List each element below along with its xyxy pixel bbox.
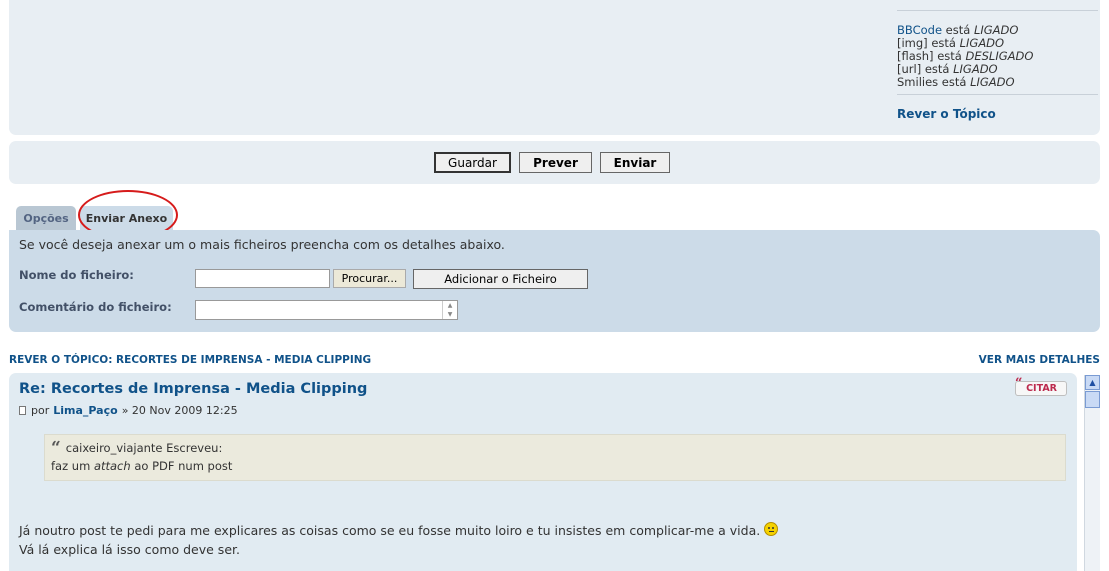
post-body-line: Já noutro post te pedi para me explicare… bbox=[19, 521, 779, 540]
bbcode-status-text: está bbox=[942, 23, 974, 37]
posting-options-panel: BBCode está LIGADO [img] está LIGADO [fl… bbox=[9, 0, 1100, 135]
review-topic-link[interactable]: Rever o Tópico bbox=[897, 107, 1098, 121]
url-state: LIGADO bbox=[953, 62, 998, 76]
post-icon[interactable] bbox=[19, 406, 26, 415]
submit-button[interactable]: Enviar bbox=[600, 152, 670, 173]
flash-state: DESLIGADO bbox=[965, 49, 1034, 63]
scroll-up-icon[interactable]: ▲ bbox=[1085, 375, 1100, 390]
attachment-intro: Se você deseja anexar um o mais ficheiro… bbox=[19, 237, 505, 252]
url-status-text: [url] está bbox=[897, 62, 954, 76]
smilies-state: LIGADO bbox=[970, 75, 1015, 89]
bbcode-state: LIGADO bbox=[973, 23, 1019, 37]
quote-block: “ caixeiro_viajante Escreveu: faz um att… bbox=[44, 434, 1066, 481]
post-title[interactable]: Re: Recortes de Imprensa - Media Clippin… bbox=[19, 381, 367, 397]
save-button[interactable]: Guardar bbox=[434, 152, 511, 173]
smilies-status: Smilies está LIGADO bbox=[897, 76, 1098, 89]
quote-mark-icon: “ bbox=[51, 438, 61, 458]
post-body-text: Já noutro post te pedi para me explicare… bbox=[19, 523, 761, 538]
scroll-thumb[interactable] bbox=[1085, 391, 1100, 408]
post-meta: por Lima_Paço » 20 Nov 2009 12:25 bbox=[19, 404, 238, 417]
post-date: » 20 Nov 2009 12:25 bbox=[121, 404, 238, 417]
preview-button[interactable]: Prever bbox=[519, 152, 592, 173]
attachment-panel: Se você deseja anexar um o mais ficheiro… bbox=[9, 230, 1100, 332]
topic-review-header: Rever o tópico: Recortes de Imprensa - M… bbox=[9, 354, 1100, 368]
post-by-label: por bbox=[31, 404, 50, 417]
tab-attachment[interactable]: Enviar Anexo bbox=[80, 206, 173, 231]
post-scrollbar[interactable]: ▲ bbox=[1084, 375, 1100, 571]
quote-body: faz um attach ao PDF num post bbox=[51, 459, 1059, 473]
post-author-link[interactable]: Lima_Paço bbox=[53, 404, 117, 417]
post-body: Já noutro post te pedi para me explicare… bbox=[19, 521, 779, 559]
divider bbox=[897, 94, 1098, 95]
filename-label: Nome do ficheiro: bbox=[19, 268, 134, 282]
add-file-button[interactable]: Adicionar o Ficheiro bbox=[413, 269, 588, 289]
bbcode-status-box: BBCode está LIGADO [img] está LIGADO [fl… bbox=[897, 10, 1098, 121]
filename-input[interactable] bbox=[195, 269, 330, 288]
smilies-status-text: Smilies está bbox=[897, 75, 971, 89]
quote-text-start: faz um bbox=[51, 459, 94, 473]
quote-text-end: ao PDF num post bbox=[130, 459, 233, 473]
smiley-icon bbox=[764, 522, 779, 536]
bbcode-status-list: BBCode está LIGADO [img] está LIGADO [fl… bbox=[897, 11, 1098, 89]
tab-options[interactable]: Opções bbox=[16, 206, 76, 231]
file-comment-textarea[interactable]: ▲ ▼ bbox=[195, 300, 458, 320]
file-comment-label: Comentário do ficheiro: bbox=[19, 300, 172, 314]
flash-status-text: [flash] está bbox=[897, 49, 966, 63]
img-state: LIGADO bbox=[959, 36, 1005, 50]
post-body-line: Vá lá explica lá isso como deve ser. bbox=[19, 542, 240, 557]
img-status-text: [img] está bbox=[897, 36, 960, 50]
quote-button[interactable]: “ CITAR bbox=[1015, 376, 1067, 396]
quote-button-label: CITAR bbox=[1026, 383, 1057, 394]
bbcode-link[interactable]: BBCode bbox=[897, 23, 942, 37]
quote-cite: “ caixeiro_viajante Escreveu: bbox=[51, 438, 1059, 458]
quote-author: caixeiro_viajante Escreveu: bbox=[65, 441, 223, 455]
submit-buttons-panel: Guardar Prever Enviar bbox=[9, 141, 1100, 184]
more-details-link[interactable]: Ver mais detalhes bbox=[979, 354, 1100, 366]
topic-review-link[interactable]: Rever o tópico: Recortes de Imprensa - M… bbox=[9, 354, 371, 366]
quote-text-emphasis: attach bbox=[93, 459, 131, 473]
browse-button[interactable]: Procurar... bbox=[333, 269, 406, 288]
quote-icon: “ bbox=[1015, 376, 1023, 391]
textarea-scroll-arrows[interactable]: ▲ ▼ bbox=[442, 301, 457, 319]
post: Re: Recortes de Imprensa - Media Clippin… bbox=[9, 373, 1077, 571]
